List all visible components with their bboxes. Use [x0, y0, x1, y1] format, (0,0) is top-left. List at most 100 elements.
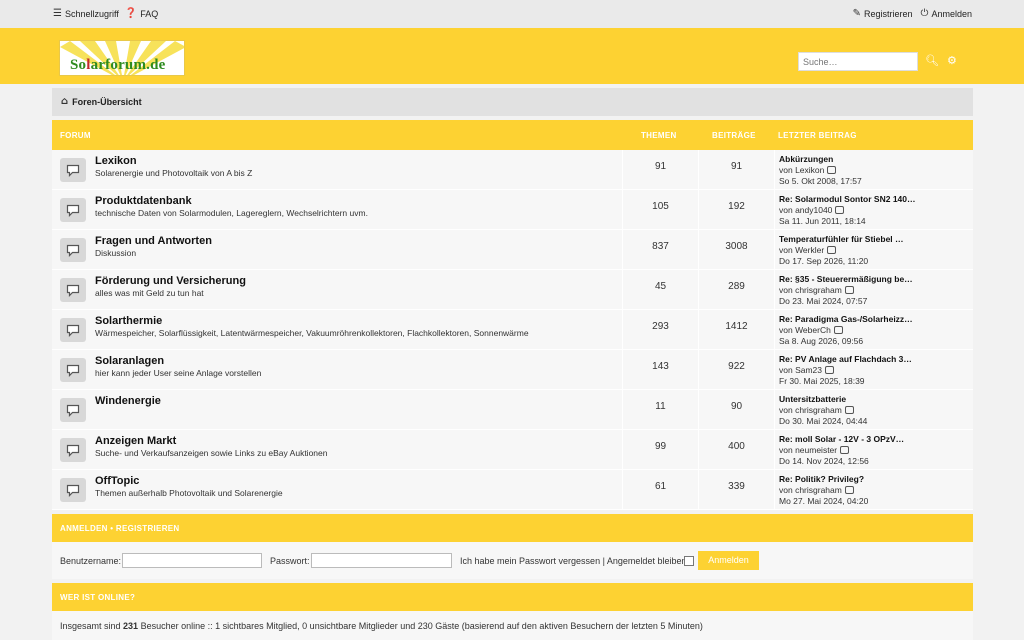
forum-posts-count: 3008: [698, 230, 774, 269]
logo-text: Solarforum.de: [70, 57, 166, 73]
forum-posts-count: 289: [698, 270, 774, 309]
last-post-author: von WeberCh: [779, 325, 973, 336]
chat-bubble-icon: [66, 404, 80, 417]
forum-posts-count: 400: [698, 430, 774, 469]
view-post-icon[interactable]: [827, 246, 837, 254]
view-post-icon[interactable]: [844, 486, 854, 494]
view-post-icon[interactable]: [833, 326, 843, 334]
forum-icon: [60, 478, 86, 502]
forum-icon: [60, 398, 86, 422]
forum-description: Wärmespeicher, Solarflüssigkeit, Latentw…: [95, 328, 529, 338]
col-posts: BEITRÄGE: [712, 131, 756, 140]
forum-table-header: FORUM THEMEN BEITRÄGE LETZTER BEITRAG: [52, 120, 973, 150]
last-post-author: von neumeister: [779, 445, 973, 456]
forum-icon: [60, 358, 86, 382]
login-panel: Benutzername: Passwort: Ich habe mein Pa…: [52, 542, 973, 579]
forum-icon: [60, 318, 86, 342]
login-link[interactable]: ⏻ Anmelden: [921, 9, 972, 20]
chat-bubble-icon: [66, 284, 80, 297]
last-post-author: von chrisgraham: [779, 285, 973, 296]
last-post-date: Sa 11. Jun 2011, 18:14: [779, 216, 866, 226]
last-post: Re: §35 - Steuerermäßigung be… von chris…: [774, 270, 973, 309]
forum-topics-count: 837: [622, 230, 698, 269]
top-bar: ☰ Schnellzugriff ❓ FAQ ✎ Registrieren ⏻ Anme…: [0, 0, 1024, 28]
forum-row[interactable]: Solarthermie Wärmespeicher, Solarflüssig…: [52, 310, 973, 350]
view-post-icon[interactable]: [825, 366, 834, 374]
forum-row[interactable]: Solaranlagen hier kann jeder User seine …: [52, 350, 973, 390]
view-post-icon[interactable]: [840, 446, 850, 454]
last-post-date: Mo 27. Mai 2024, 04:20: [779, 496, 869, 506]
menu-icon: ☰: [53, 8, 62, 19]
last-post: Re: Paradigma Gas-/Solarheizz… von Weber…: [774, 310, 973, 349]
password-field[interactable]: [311, 553, 452, 568]
login-panel-heading[interactable]: ANMELDEN • REGISTRIEREN: [52, 514, 973, 542]
chat-bubble-icon: [66, 444, 80, 457]
last-post-title[interactable]: Re: Politik? Privileg?: [779, 474, 929, 485]
forum-row[interactable]: Anzeigen Markt Suche- und Verkaufsanzeig…: [52, 430, 973, 470]
quick-access-link[interactable]: ☰ Schnellzugriff: [53, 8, 119, 20]
last-post-title[interactable]: Temperaturfühler für Stiebel …: [779, 234, 929, 245]
last-post-date: Do 14. Nov 2024, 12:56: [779, 456, 869, 466]
forum-title[interactable]: Produktdatenbank: [95, 195, 192, 207]
last-post-date: So 5. Okt 2008, 17:57: [779, 176, 862, 186]
forum-row[interactable]: Lexikon Solarenergie und Photovoltaik vo…: [52, 150, 973, 190]
view-post-icon[interactable]: [844, 286, 854, 294]
forum-title[interactable]: Förderung und Versicherung: [95, 275, 246, 287]
forum-title[interactable]: Anzeigen Markt: [95, 435, 176, 447]
forum-info: Solaranlagen hier kann jeder User seine …: [52, 350, 622, 389]
last-post-date: Sa 8. Aug 2026, 09:56: [779, 336, 864, 346]
last-post-title[interactable]: Re: Paradigma Gas-/Solarheizz…: [779, 314, 929, 325]
last-post: Re: moll Solar - 12V - 3 OPzV… von neume…: [774, 430, 973, 469]
last-post-title[interactable]: Re: PV Anlage auf Flachdach 3…: [779, 354, 929, 365]
search-icon[interactable]: 🔍︎: [925, 54, 939, 67]
forum-title[interactable]: Solaranlagen: [95, 355, 164, 367]
last-post-author: von chrisgraham: [779, 485, 973, 496]
site-header: Solarforum.de 🔍︎ ⚙: [0, 28, 1024, 84]
chat-bubble-icon: [66, 484, 80, 497]
who-is-online-text: Insgesamt sind 231 Besucher online :: 1 …: [52, 611, 973, 640]
forum-row[interactable]: Windenergie 11 90 Untersitzbatterie von …: [52, 390, 973, 430]
last-post-date: Do 23. Mai 2024, 07:57: [779, 296, 868, 306]
register-link[interactable]: ✎ Registrieren: [853, 9, 913, 20]
forum-description: hier kann jeder User seine Anlage vorste…: [95, 368, 262, 378]
forum-row[interactable]: Förderung und Versicherung alles was mit…: [52, 270, 973, 310]
last-post-title[interactable]: Untersitzbatterie: [779, 394, 929, 405]
advanced-search-icon[interactable]: ⚙: [947, 54, 957, 67]
forum-title[interactable]: Lexikon: [95, 155, 137, 167]
forum-title[interactable]: Windenergie: [95, 395, 161, 407]
view-post-icon[interactable]: [835, 206, 845, 214]
faq-link[interactable]: ❓ FAQ: [125, 9, 158, 20]
site-logo[interactable]: Solarforum.de: [59, 40, 185, 76]
last-post-title[interactable]: Re: §35 - Steuerermäßigung be…: [779, 274, 929, 285]
forum-row[interactable]: Fragen und Antworten Diskussion 837 3008…: [52, 230, 973, 270]
last-post: Re: Solarmodul Sontor SN2 140… von andy1…: [774, 190, 973, 229]
remember-me-checkbox[interactable]: [684, 556, 694, 566]
forum-topics-count: 91: [622, 150, 698, 189]
view-post-icon[interactable]: [844, 406, 854, 414]
forum-description: Themen außerhalb Photovoltaik und Solare…: [95, 488, 283, 498]
forum-row[interactable]: Produktdatenbank technische Daten von So…: [52, 190, 973, 230]
login-links[interactable]: Ich habe mein Passwort vergessen | Angem…: [460, 556, 686, 566]
chat-bubble-icon: [66, 244, 80, 257]
username-label: Benutzername:: [60, 556, 122, 566]
login-button[interactable]: Anmelden: [698, 551, 759, 570]
who-is-online-heading[interactable]: WER IST ONLINE?: [52, 583, 973, 611]
last-post-title[interactable]: Re: moll Solar - 12V - 3 OPzV…: [779, 434, 929, 445]
last-post-author: von Sam23: [779, 365, 973, 376]
forum-title[interactable]: Solarthermie: [95, 315, 162, 327]
forum-info: Produktdatenbank technische Daten von So…: [52, 190, 622, 229]
forum-row[interactable]: OffTopic Themen außerhalb Photovoltaik u…: [52, 470, 973, 510]
last-post-author: von Werkler: [779, 245, 973, 256]
view-post-icon[interactable]: [827, 166, 837, 174]
search-input[interactable]: [798, 52, 918, 71]
forum-list: Lexikon Solarenergie und Photovoltaik vo…: [52, 150, 973, 510]
last-post: Re: Politik? Privileg? von chrisgraham M…: [774, 470, 973, 509]
chat-bubble-icon: [66, 324, 80, 337]
forum-title[interactable]: OffTopic: [95, 475, 139, 487]
last-post-title[interactable]: Re: Solarmodul Sontor SN2 140…: [779, 194, 929, 205]
breadcrumb-home[interactable]: Foren-Übersicht: [72, 97, 142, 107]
last-post-title[interactable]: Abkürzungen: [779, 154, 929, 165]
forum-title[interactable]: Fragen und Antworten: [95, 235, 212, 247]
username-field[interactable]: [122, 553, 262, 568]
last-post-date: Do 30. Mai 2024, 04:44: [779, 416, 868, 426]
